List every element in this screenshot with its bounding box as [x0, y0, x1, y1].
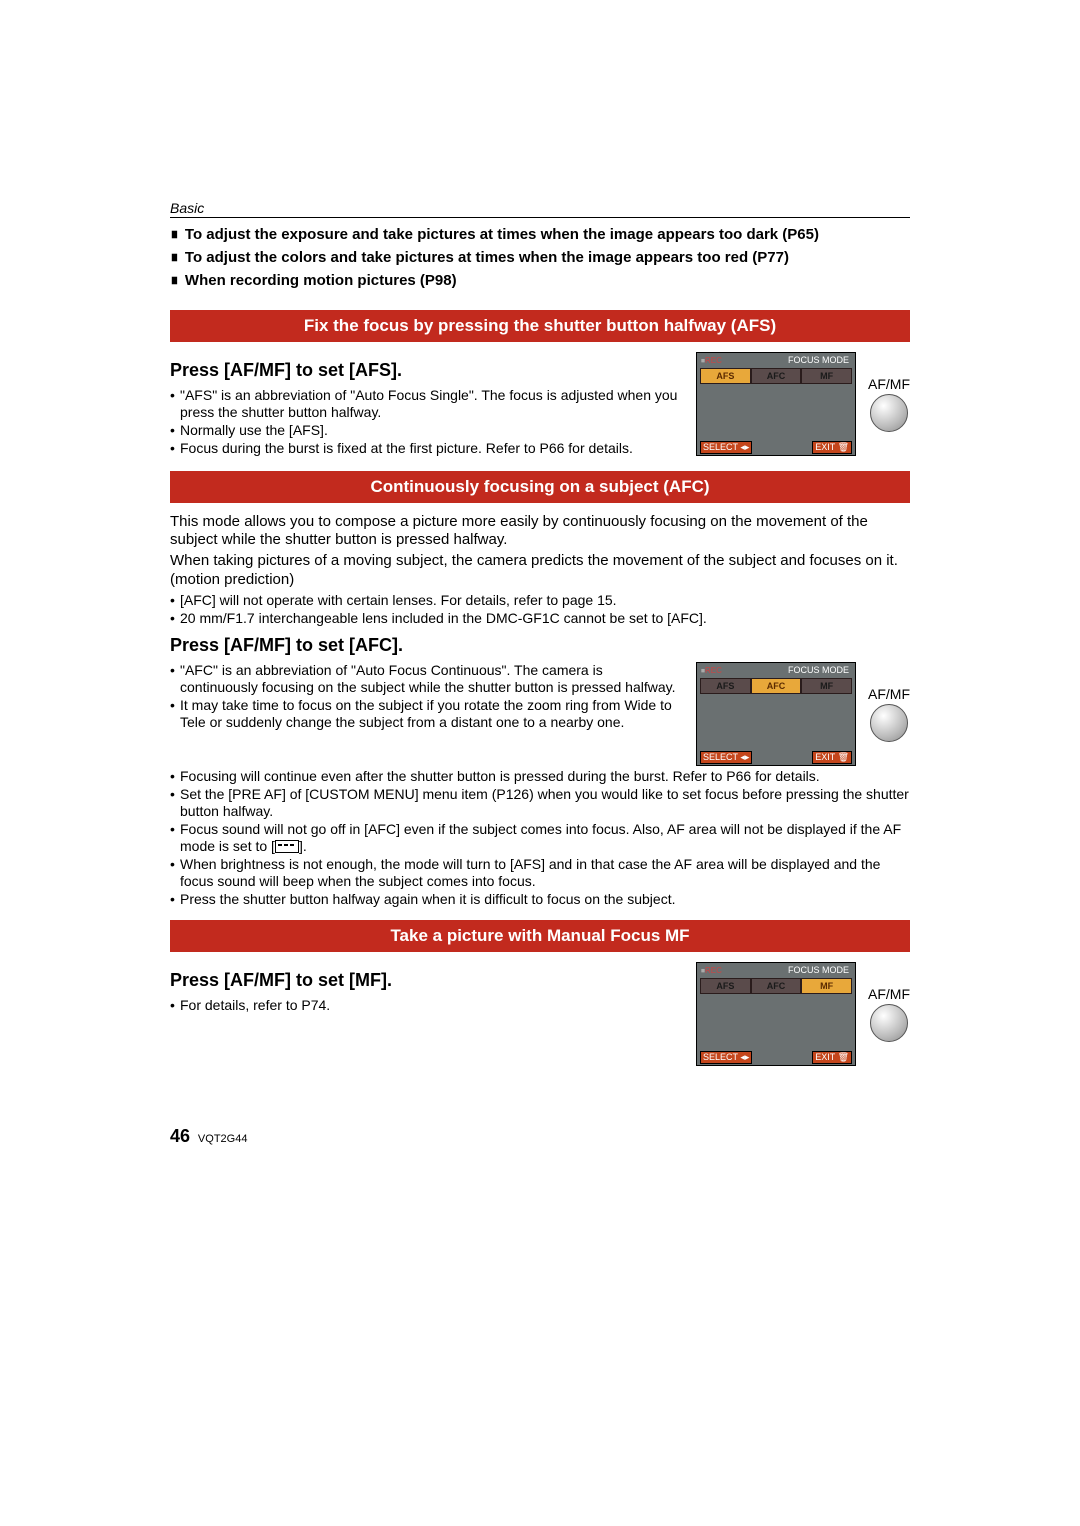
bullet-text: To adjust the exposure and take pictures…	[185, 226, 819, 245]
bullet-list-mf: For details, refer to P74.	[170, 997, 682, 1014]
bullet-text: When recording motion pictures (P98)	[185, 272, 457, 291]
list-item: "AFS" is an abbreviation of "Auto Focus …	[170, 387, 682, 421]
exit-label: EXIT 🗑	[812, 441, 852, 454]
dial-label: AF/MF	[868, 686, 910, 702]
dial-icon	[870, 704, 908, 742]
page-number: 46	[170, 1126, 190, 1146]
mode-afs: AFS	[700, 368, 751, 384]
list-item: Press the shutter button halfway again w…	[170, 891, 910, 908]
section-bar-afs: Fix the focus by pressing the shutter bu…	[170, 310, 910, 342]
select-label: SELECT ◂▸	[700, 441, 752, 454]
figure-mf: ⏹REC FOCUS MODE AFS AFC MF SELECT ◂▸ EXI…	[696, 962, 910, 1066]
instruction-mf: Press [AF/MF] to set [MF].	[170, 970, 682, 991]
mode-afs: AFS	[700, 678, 751, 694]
list-item: Normally use the [AFS].	[170, 422, 682, 439]
dial-label: AF/MF	[868, 986, 910, 1002]
list-item: Focus during the burst is fixed at the f…	[170, 440, 682, 457]
mode-afc: AFC	[751, 368, 802, 384]
select-label: SELECT ◂▸	[700, 751, 752, 764]
screen-title: FOCUS MODE	[788, 965, 849, 975]
top-bullet-list: ∎ To adjust the exposure and take pictur…	[170, 226, 910, 290]
dial-afs: AF/MF	[868, 376, 910, 432]
bullet-item: ∎ To adjust the exposure and take pictur…	[170, 226, 910, 245]
section-header: Basic	[170, 200, 910, 218]
af-area-icon	[275, 840, 299, 853]
dial-mf: AF/MF	[868, 986, 910, 1042]
page-footer: 46 VQT2G44	[170, 1126, 910, 1147]
figure-afc: ⏹REC FOCUS MODE AFS AFC MF SELECT ◂▸ EXI…	[696, 662, 910, 766]
bullet-list-afs: "AFS" is an abbreviation of "Auto Focus …	[170, 387, 682, 457]
intro-afc-1: This mode allows you to compose a pictur…	[170, 513, 910, 551]
instruction-afs: Press [AF/MF] to set [AFS].	[170, 360, 682, 381]
mode-afc: AFC	[751, 678, 802, 694]
square-icon: ∎	[170, 272, 179, 291]
list-item: Set the [PRE AF] of [CUSTOM MENU] menu i…	[170, 786, 910, 820]
square-icon: ∎	[170, 249, 179, 268]
square-icon: ∎	[170, 226, 179, 245]
dial-label: AF/MF	[868, 376, 910, 392]
camera-screen-afs: ⏹REC FOCUS MODE AFS AFC MF SELECT ◂▸ EXI…	[696, 352, 856, 456]
dial-icon	[870, 394, 908, 432]
dial-icon	[870, 1004, 908, 1042]
list-item: [AFC] will not operate with certain lens…	[170, 592, 910, 609]
mode-mf: MF	[801, 978, 852, 994]
fig-bullets-afc: "AFC" is an abbreviation of "Auto Focus …	[170, 662, 682, 731]
list-item: Focus sound will not go off in [AFC] eve…	[170, 821, 910, 855]
dial-afc: AF/MF	[868, 686, 910, 742]
list-item: "AFC" is an abbreviation of "Auto Focus …	[170, 662, 682, 696]
figure-afs: ⏹REC FOCUS MODE AFS AFC MF SELECT ◂▸ EXI…	[696, 352, 910, 456]
instruction-afc: Press [AF/MF] to set [AFC].	[170, 635, 910, 656]
intro-bullets-afc: [AFC] will not operate with certain lens…	[170, 592, 910, 627]
section-bar-mf: Take a picture with Manual Focus MF	[170, 920, 910, 952]
mode-mf: MF	[801, 678, 852, 694]
bullet-text: To adjust the colors and take pictures a…	[185, 249, 789, 268]
list-item: 20 mm/F1.7 interchangeable lens included…	[170, 610, 910, 627]
list-item: When brightness is not enough, the mode …	[170, 856, 910, 890]
list-item: Focusing will continue even after the sh…	[170, 768, 910, 785]
screen-title: FOCUS MODE	[788, 665, 849, 675]
intro-afc-2: When taking pictures of a moving subject…	[170, 552, 910, 590]
list-item: For details, refer to P74.	[170, 997, 682, 1014]
mode-afc: AFC	[751, 978, 802, 994]
exit-label: EXIT 🗑	[812, 751, 852, 764]
after-bullets-afc: Focusing will continue even after the sh…	[170, 768, 910, 909]
doc-id: VQT2G44	[198, 1133, 248, 1145]
select-label: SELECT ◂▸	[700, 1051, 752, 1064]
document-page: Basic ∎ To adjust the exposure and take …	[0, 0, 1080, 1207]
screen-title: FOCUS MODE	[788, 355, 849, 365]
camera-screen-mf: ⏹REC FOCUS MODE AFS AFC MF SELECT ◂▸ EXI…	[696, 962, 856, 1066]
mode-mf: MF	[801, 368, 852, 384]
bullet-item: ∎ When recording motion pictures (P98)	[170, 272, 910, 291]
rec-icon: ⏹REC	[701, 966, 722, 976]
camera-screen-afc: ⏹REC FOCUS MODE AFS AFC MF SELECT ◂▸ EXI…	[696, 662, 856, 766]
bullet-item: ∎ To adjust the colors and take pictures…	[170, 249, 910, 268]
rec-icon: ⏹REC	[701, 666, 722, 676]
section-bar-afc: Continuously focusing on a subject (AFC)	[170, 471, 910, 503]
mode-afs: AFS	[700, 978, 751, 994]
list-item: It may take time to focus on the subject…	[170, 697, 682, 731]
rec-icon: ⏹REC	[701, 356, 722, 366]
exit-label: EXIT 🗑	[812, 1051, 852, 1064]
